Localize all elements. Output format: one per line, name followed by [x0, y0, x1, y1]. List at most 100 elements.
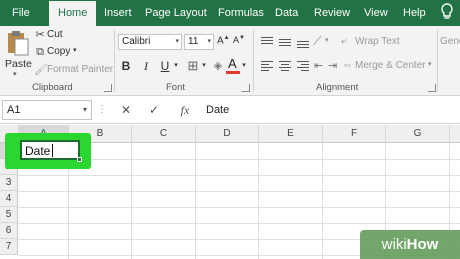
name-box-value: A1 [7, 104, 21, 116]
gridline [18, 207, 460, 208]
format-painter-icon: 🖌 [34, 64, 48, 76]
column-header-e[interactable]: E [258, 125, 322, 143]
orientation-icon[interactable]: ⟋ [313, 34, 321, 49]
column-header-f[interactable]: F [322, 125, 385, 143]
align-top-icon[interactable] [260, 36, 274, 48]
align-center-icon[interactable] [278, 60, 292, 72]
clipboard-launcher-icon[interactable] [104, 84, 112, 92]
gridline [131, 143, 132, 259]
text-cursor [52, 144, 53, 157]
font-color-bar [226, 71, 240, 74]
merge-center-button[interactable]: Merge & Center [355, 60, 426, 71]
tab-review[interactable]: Review [314, 0, 350, 26]
format-painter-button[interactable]: Format Painter [47, 64, 113, 75]
formula-bar: A1 ▾ ⋮ ✕ ✓ fx Date [0, 97, 460, 124]
merge-center-icon: ⇔ [342, 59, 353, 71]
orientation-dropdown-icon[interactable]: ▾ [325, 36, 329, 44]
row-header-3[interactable]: 3 [0, 175, 18, 191]
cut-button[interactable]: Cut [47, 29, 63, 40]
wrap-text-button[interactable]: Wrap Text [355, 36, 400, 47]
font-group-label: Font [166, 82, 186, 93]
borders-icon[interactable]: ⊞ [186, 59, 200, 73]
gridline [195, 143, 196, 259]
gridline [322, 143, 323, 259]
clipboard-group-label: Clipboard [32, 82, 73, 93]
row-header-5[interactable]: 5 [0, 207, 18, 223]
column-header-g[interactable]: G [385, 125, 449, 143]
cancel-icon[interactable]: ✕ [118, 100, 134, 120]
alignment-group-label: Alignment [316, 82, 359, 93]
wrap-text-icon: ⤶ [341, 35, 348, 47]
insert-function-icon[interactable]: fx [176, 100, 194, 120]
tab-insert[interactable]: Insert [104, 0, 132, 26]
bold-button[interactable]: B [121, 59, 131, 73]
active-cell-a1[interactable]: Date [20, 140, 82, 162]
scissors-icon: ✂ [35, 29, 45, 41]
tab-file[interactable]: File [12, 0, 30, 26]
decrease-font-size-icon[interactable]: A▼ [233, 35, 245, 45]
enter-icon[interactable]: ✓ [146, 100, 162, 120]
tab-data[interactable]: Data [275, 0, 298, 26]
gridline [18, 191, 460, 192]
tab-page-layout[interactable]: Page Layout [145, 0, 207, 26]
ribbon-separator [437, 30, 438, 92]
align-middle-icon[interactable] [278, 36, 292, 48]
font-color-button[interactable]: A [226, 57, 240, 75]
gridline [18, 175, 460, 176]
more-options-icon: ⋮ [97, 104, 107, 115]
font-name-value: Calibri [122, 36, 151, 47]
borders-dropdown-icon[interactable]: ▾ [200, 59, 208, 73]
alignment-launcher-icon[interactable] [428, 84, 436, 92]
ribbon-separator [253, 30, 254, 92]
merge-center-dropdown-icon[interactable]: ▾ [428, 60, 432, 68]
font-color-icon: A [228, 56, 237, 71]
formula-input[interactable]: Date [202, 100, 460, 120]
ribbon-tab-bar: File Home Insert Page Layout Formulas Da… [0, 0, 460, 26]
paste-icon [8, 31, 29, 56]
lightbulb-icon[interactable] [440, 3, 460, 23]
font-name-select[interactable]: Calibri ▾ [118, 34, 182, 50]
ribbon-separator [114, 30, 115, 92]
increase-indent-icon[interactable]: ⇥ [328, 59, 337, 72]
tab-home[interactable]: Home [49, 1, 97, 26]
chevron-down-icon: ▾ [82, 105, 87, 114]
paste-label: Paste [5, 58, 32, 70]
tab-view[interactable]: View [364, 0, 388, 26]
copy-button[interactable]: Copy [47, 46, 70, 57]
paste-dropdown-icon[interactable]: ▾ [13, 70, 17, 78]
tab-help[interactable]: Help [403, 0, 426, 26]
chevron-down-icon: ▾ [175, 38, 179, 45]
tab-formulas[interactable]: Formulas [218, 0, 264, 26]
name-box[interactable]: A1 ▾ [2, 100, 92, 120]
wikihow-watermark: wikiHow [360, 230, 460, 259]
row-header-6[interactable]: 6 [0, 223, 18, 239]
font-size-select[interactable]: 11 ▾ [184, 34, 214, 50]
cell-a1-text: Date [25, 144, 51, 158]
decrease-indent-icon[interactable]: ⇤ [314, 59, 323, 72]
underline-dropdown-icon[interactable]: ▾ [172, 59, 180, 73]
chevron-down-icon: ▾ [207, 38, 211, 45]
column-header-h[interactable]: H [449, 125, 460, 143]
column-header-c[interactable]: C [131, 125, 195, 143]
column-header-d[interactable]: D [195, 125, 258, 143]
increase-font-size-icon[interactable]: A▲ [217, 35, 230, 46]
ribbon-home: Paste ▾ ✂ Cut ⧉ Copy ▾ 🖌 Format Painter … [0, 26, 460, 96]
row-header-4[interactable]: 4 [0, 191, 18, 207]
watermark-suffix: How [406, 236, 439, 253]
align-bottom-icon[interactable] [296, 36, 310, 48]
font-size-value: 11 [188, 36, 199, 47]
align-right-icon[interactable] [296, 60, 310, 72]
copy-icon: ⧉ [36, 46, 44, 58]
row-header-7[interactable]: 7 [0, 239, 18, 255]
number-format-select[interactable]: Gene [440, 36, 460, 47]
italic-button[interactable]: I [141, 59, 151, 73]
font-launcher-icon[interactable] [242, 84, 250, 92]
underline-button[interactable]: U [160, 59, 170, 73]
font-color-dropdown-icon[interactable]: ▾ [240, 59, 248, 73]
gridline [258, 143, 259, 259]
fill-color-icon[interactable]: ◈ [212, 59, 224, 73]
copy-dropdown-icon[interactable]: ▾ [73, 46, 77, 54]
gridline [18, 223, 460, 224]
align-left-icon[interactable] [260, 60, 274, 72]
fill-handle[interactable] [77, 157, 82, 162]
